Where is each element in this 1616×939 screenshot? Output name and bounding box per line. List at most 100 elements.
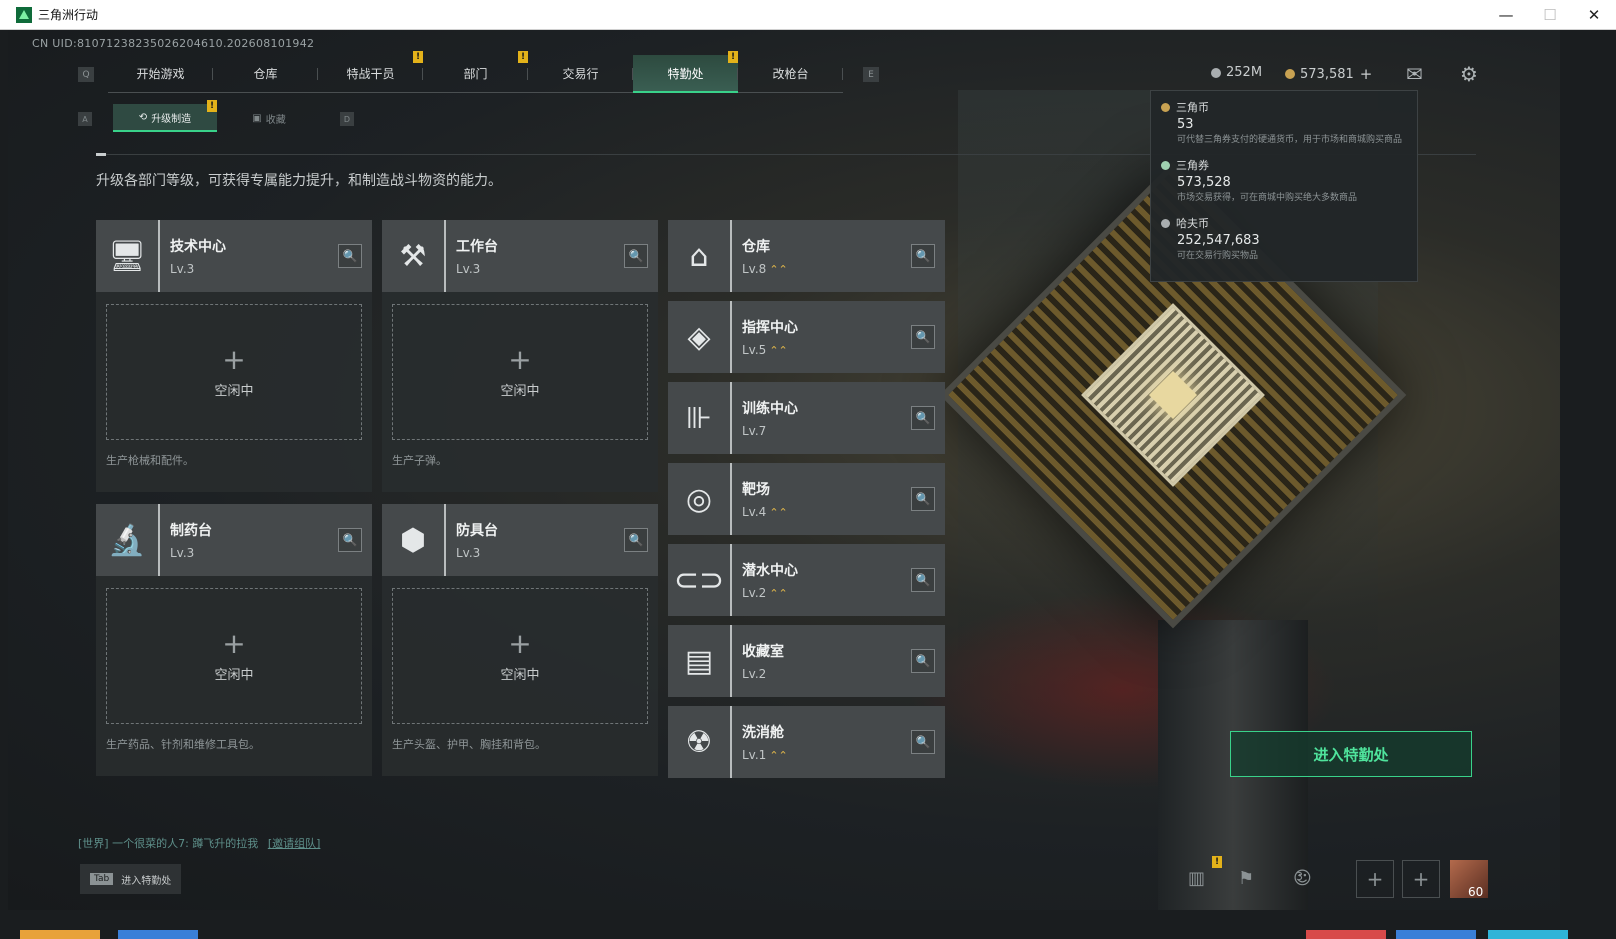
currency-label: 哈夫币 bbox=[1176, 217, 1209, 230]
tab-2[interactable]: 特战干员! bbox=[318, 51, 423, 93]
card-header: ⌂ 仓库 Lv.8 ⌃⌃ 🔍 bbox=[668, 220, 945, 292]
search-icon[interactable]: 🔍 bbox=[911, 649, 935, 673]
search-icon[interactable]: 🔍 bbox=[338, 244, 362, 268]
haf-coin-balance[interactable]: 252M bbox=[1211, 65, 1262, 80]
add-currency-button[interactable]: + bbox=[1360, 65, 1373, 83]
currency-description: 市场交易获得，可在商城中购买绝大多数商品 bbox=[1177, 193, 1358, 203]
card-description: 生产子弹。 bbox=[392, 454, 447, 467]
gear-icon[interactable]: ⚙ bbox=[1460, 62, 1478, 86]
subtab-badge: ! bbox=[207, 100, 217, 112]
invite-slot-button[interactable]: + bbox=[1402, 860, 1440, 898]
triangle-ticket-icon bbox=[1285, 69, 1295, 79]
card-text: 防具台 Lv.3 bbox=[456, 520, 498, 560]
department-card[interactable]: ☢ 洗消舱 Lv.1 ⌃⌃ 🔍 bbox=[668, 706, 945, 778]
plus-icon: + bbox=[222, 626, 246, 660]
production-card: 🔬 制药台 Lv.3 🔍 + 空闲中 生产药品、针剂和维修工具包。 bbox=[96, 504, 372, 776]
flag-icon[interactable]: ⚑ bbox=[1238, 868, 1254, 889]
tab-0[interactable]: 开始游戏 bbox=[108, 55, 213, 93]
level-value: Lv.3 bbox=[170, 546, 195, 560]
subtab-upgrade-craft[interactable]: ⟲ 升级制造 ! bbox=[113, 100, 217, 132]
tab-6[interactable]: 改枪台 bbox=[738, 55, 843, 93]
upgrade-arrow-icon: ⌃⌃ bbox=[769, 586, 788, 600]
upgrade-craft-icon: ⟲ bbox=[138, 111, 148, 123]
currency-info-row: 哈夫币 252,547,683 可在交易行购买物品 bbox=[1161, 215, 1407, 263]
triangle-ticket-balance[interactable]: 573,581 + bbox=[1285, 65, 1372, 83]
card-header: ☢ 洗消舱 Lv.1 ⌃⌃ 🔍 bbox=[668, 706, 945, 778]
close-button[interactable]: ✕ bbox=[1572, 0, 1616, 30]
card-header[interactable]: ⬢ 防具台 Lv.3 🔍 bbox=[382, 504, 658, 576]
department-card[interactable]: ⊪ 训练中心 Lv.7 🔍 bbox=[668, 382, 945, 454]
divider-mark bbox=[96, 153, 106, 156]
department-card[interactable]: ⊂⊃ 潜水中心 Lv.2 ⌃⌃ 🔍 bbox=[668, 544, 945, 616]
search-icon[interactable]: 🔍 bbox=[911, 568, 935, 592]
maximize-button[interactable]: ☐ bbox=[1528, 0, 1572, 30]
triangle-ticket-value: 573,581 bbox=[1300, 66, 1354, 82]
tools-icon: ⚒ bbox=[382, 220, 446, 292]
enter-special-ops-button[interactable]: 进入特勤处 bbox=[1230, 731, 1472, 777]
card-name: 洗消舱 bbox=[742, 725, 784, 741]
stats-chart-icon[interactable]: ▥ bbox=[1188, 868, 1205, 889]
level-value: Lv.4 bbox=[742, 505, 767, 519]
currency-info-row: 三角券 573,528 市场交易获得，可在商城中购买绝大多数商品 bbox=[1161, 157, 1407, 205]
department-card[interactable]: ⌂ 仓库 Lv.8 ⌃⌃ 🔍 bbox=[668, 220, 945, 292]
card-name: 技术中心 bbox=[170, 239, 226, 255]
party-count: 3 bbox=[1296, 870, 1303, 883]
department-card[interactable]: ▤ 收藏室 Lv.2 🔍 bbox=[668, 625, 945, 697]
search-icon[interactable]: 🔍 bbox=[338, 528, 362, 552]
card-header[interactable]: ⚒ 工作台 Lv.3 🔍 bbox=[382, 220, 658, 292]
card-text: 技术中心 Lv.3 bbox=[170, 236, 226, 276]
invite-slot-button[interactable]: + bbox=[1356, 860, 1394, 898]
invite-team-link[interactable]: [邀请组队] bbox=[268, 837, 321, 850]
subtab-key-left: A bbox=[78, 112, 92, 126]
production-slot[interactable]: + 空闲中 bbox=[106, 588, 362, 724]
minimize-button[interactable]: — bbox=[1484, 0, 1528, 30]
department-card[interactable]: ◎ 靶场 Lv.4 ⌃⌃ 🔍 bbox=[668, 463, 945, 535]
currency-icon bbox=[1161, 218, 1170, 228]
production-card: ⬢ 防具台 Lv.3 🔍 + 空闲中 生产头盔、护甲、胸挂和背包。 bbox=[382, 504, 658, 776]
search-icon[interactable]: 🔍 bbox=[624, 528, 648, 552]
level-value: Lv.2 bbox=[742, 667, 767, 681]
search-icon[interactable]: 🔍 bbox=[911, 730, 935, 754]
currency-info-row: 三角币 53 可代替三角券支付的硬通货币，用于市场和商城购买商品 bbox=[1161, 99, 1407, 147]
search-icon[interactable]: 🔍 bbox=[624, 244, 648, 268]
level-value: Lv.2 bbox=[742, 586, 767, 600]
card-header[interactable]: 🖥 技术中心 Lv.3 🔍 bbox=[96, 220, 372, 292]
computer-icon: 🖥 bbox=[96, 220, 160, 292]
mail-icon[interactable]: ✉ bbox=[1406, 62, 1423, 86]
plus-icon: + bbox=[222, 342, 246, 376]
decontamination-icon: ☢ bbox=[668, 706, 732, 778]
tab-label: 特勤处 bbox=[667, 66, 704, 81]
card-name: 指挥中心 bbox=[742, 320, 798, 336]
plus-icon: + bbox=[508, 342, 532, 376]
window-controls: — ☐ ✕ bbox=[1484, 0, 1616, 30]
currency-tooltip: 三角币 53 可代替三角券支付的硬通货币，用于市场和商城购买商品 三角券 573,528… bbox=[1150, 90, 1418, 282]
tab-1[interactable]: 仓库 bbox=[213, 55, 318, 93]
production-slot[interactable]: + 空闲中 bbox=[392, 588, 648, 724]
tab-3[interactable]: 部门! bbox=[423, 51, 528, 93]
card-name: 靶场 bbox=[742, 482, 770, 498]
tab-hint[interactable]: Tab 进入特勤处 bbox=[80, 864, 182, 894]
production-slot[interactable]: + 空闲中 bbox=[392, 304, 648, 440]
tab-4[interactable]: 交易行 bbox=[528, 55, 633, 93]
search-icon[interactable]: 🔍 bbox=[911, 244, 935, 268]
subtab-label: 收藏 bbox=[265, 114, 286, 126]
card-header[interactable]: 🔬 制药台 Lv.3 🔍 bbox=[96, 504, 372, 576]
upgrade-arrow-icon: ⌃⌃ bbox=[769, 262, 788, 276]
search-icon[interactable]: 🔍 bbox=[911, 487, 935, 511]
subtab-collection[interactable]: ▣ 收藏 bbox=[217, 104, 321, 132]
stats-badge: ! bbox=[1212, 856, 1222, 868]
level-value: Lv.1 bbox=[742, 748, 767, 762]
warehouse-icon: ⌂ bbox=[668, 220, 732, 292]
department-card[interactable]: ◈ 指挥中心 Lv.5 ⌃⌃ 🔍 bbox=[668, 301, 945, 373]
card-header: ⊪ 训练中心 Lv.7 🔍 bbox=[668, 382, 945, 454]
nav-key-left: Q bbox=[78, 67, 94, 82]
tab-5[interactable]: 特勤处! bbox=[633, 51, 738, 93]
search-icon[interactable]: 🔍 bbox=[911, 406, 935, 430]
search-icon[interactable]: 🔍 bbox=[911, 325, 935, 349]
production-slot[interactable]: + 空闲中 bbox=[106, 304, 362, 440]
game-viewport: CN UID:8107123823502620461​0.20260810194… bbox=[8, 30, 1560, 910]
card-header: ◈ 指挥中心 Lv.5 ⌃⌃ 🔍 bbox=[668, 301, 945, 373]
tab-label: 特战干员 bbox=[346, 67, 395, 81]
card-name: 训练中心 bbox=[742, 401, 798, 417]
currency-description: 可代替三角券支付的硬通货币，用于市场和商城购买商品 bbox=[1177, 135, 1403, 145]
